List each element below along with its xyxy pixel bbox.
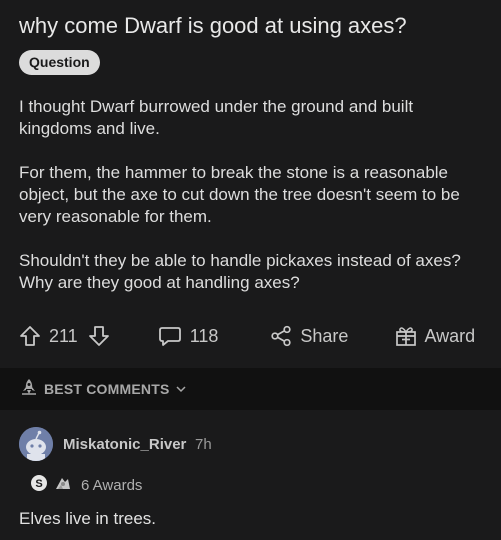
post-paragraph: I thought Dwarf burrowed under the groun… <box>19 97 414 138</box>
share-button[interactable]: Share <box>262 325 348 347</box>
post-action-bar: 211 118 Share Award <box>19 320 489 352</box>
award-button[interactable]: Award <box>388 324 475 348</box>
silver-award-icon: S <box>30 474 48 496</box>
post-paragraph: For them, the hammer to break the stone … <box>19 163 460 226</box>
comment-count: 118 <box>189 325 219 346</box>
comment: Miskatonic_River 7h S 6 Awards Elves liv… <box>0 410 501 540</box>
helpful-award-icon <box>53 474 73 496</box>
award-label: Award <box>424 325 476 346</box>
comments-button[interactable]: 118 <box>150 325 219 347</box>
comment-awards[interactable]: S 6 Awards <box>30 474 142 496</box>
rocket-icon <box>20 378 38 401</box>
comment-sort-selector[interactable]: BEST COMMENTS <box>0 368 501 410</box>
post-card: why come Dwarf is good at using axes? Qu… <box>0 0 501 368</box>
comment-username[interactable]: Miskatonic_River <box>63 436 186 453</box>
avatar[interactable] <box>19 427 53 461</box>
share-nodes-icon <box>270 325 292 347</box>
comment-body: Elves live in trees. <box>19 509 156 528</box>
vote-group: 211 <box>19 325 110 347</box>
upvote-arrow-icon[interactable] <box>19 325 41 347</box>
post-title[interactable]: why come Dwarf is good at using axes? <box>19 12 489 40</box>
svg-text:S: S <box>35 478 42 490</box>
post-paragraph: Shouldn't they be able to handle pickaxe… <box>19 251 461 292</box>
awards-count: 6 Awards <box>81 476 143 494</box>
post-flair[interactable]: Question <box>19 50 100 75</box>
chevron-down-icon <box>175 380 186 398</box>
vote-count: 211 <box>49 325 78 346</box>
comment-timestamp: 7h <box>195 436 212 453</box>
share-label: Share <box>300 325 349 346</box>
downvote-arrow-icon[interactable] <box>88 325 110 347</box>
post-body: I thought Dwarf burrowed under the groun… <box>19 96 489 316</box>
gift-box-icon <box>394 324 418 348</box>
sort-label: BEST COMMENTS <box>44 381 170 397</box>
comment-bubble-icon <box>158 325 182 347</box>
